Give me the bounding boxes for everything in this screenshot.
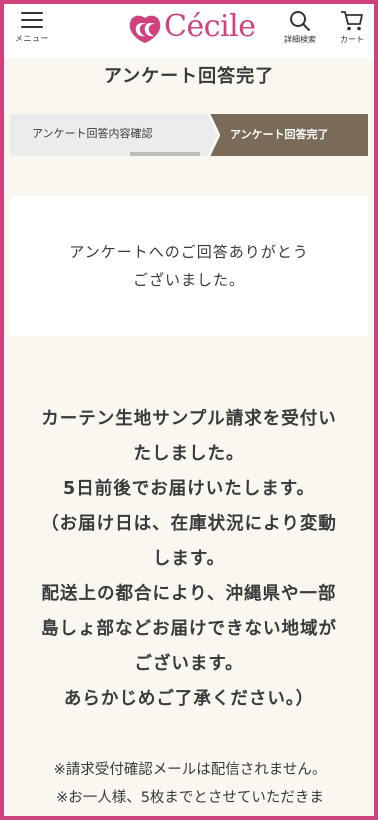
message-line: 配送上の都合により、沖縄県や一部 — [41, 584, 337, 604]
note-line: ※お一人様、5枚までとさせていただきま — [56, 790, 324, 806]
message-line: たしました。 — [133, 444, 245, 464]
message-line: （お届け日は、在庫状況により変動 — [41, 514, 337, 534]
cart-button[interactable]: カート — [334, 10, 370, 52]
hamburger-icon — [21, 12, 43, 28]
message-line: カーテン生地サンプル請求を受付い — [41, 409, 337, 429]
step-indicator: アンケート回答内容確認 アンケート回答完了 — [10, 114, 368, 156]
message-line: します。 — [152, 549, 226, 569]
thanks-message: アンケートへのご回答ありがとう ございました。 — [10, 238, 368, 294]
step-complete: アンケート回答完了 — [210, 114, 368, 156]
site-logo[interactable]: Cécile — [128, 9, 256, 46]
search-button[interactable]: 詳細検索 — [278, 10, 322, 52]
menu-button[interactable]: メニュー — [10, 12, 54, 52]
completion-message: カーテン生地サンプル請求を受付い たしました。 5日前後でお届けいたします。 （… — [14, 402, 364, 717]
logo-text: Cécile — [164, 9, 256, 44]
menu-label: メニュー — [15, 34, 49, 43]
thanks-line: アンケートへのご回答ありがとう — [69, 243, 309, 261]
page-title: アンケート回答完了 — [103, 66, 275, 87]
step-arrow-icon — [200, 114, 220, 156]
message-line: 5日前後でお届けいたします。 — [63, 479, 315, 499]
search-label: 詳細検索 — [284, 35, 316, 44]
search-icon — [290, 11, 310, 31]
step-confirm: アンケート回答内容確認 — [10, 114, 210, 156]
message-line: 島しょ部などお届けできない地域が — [41, 619, 337, 639]
notes: ※請求受付確認メールは配信されません。 ※お一人様、5枚までとさせていただきま — [14, 756, 366, 812]
site-header: メニュー Cécile 詳細検索 カート — [4, 4, 374, 58]
thanks-line: ございました。 — [132, 271, 245, 289]
thanks-card: アンケートへのご回答ありがとう ございました。 — [10, 196, 368, 336]
message-line: ございます。 — [134, 654, 244, 674]
note-line: ※請求受付確認メールは配信されません。 — [53, 762, 327, 778]
cecile-logo-mark — [129, 15, 161, 43]
page-frame: メニュー Cécile 詳細検索 カート アンケート回答完了 アンケート回答内容… — [0, 0, 378, 820]
cart-label: カート — [340, 35, 364, 44]
step-confirm-underline — [130, 152, 202, 156]
message-line: あらかじめご了承ください。） — [63, 689, 315, 709]
cart-icon — [341, 11, 363, 31]
